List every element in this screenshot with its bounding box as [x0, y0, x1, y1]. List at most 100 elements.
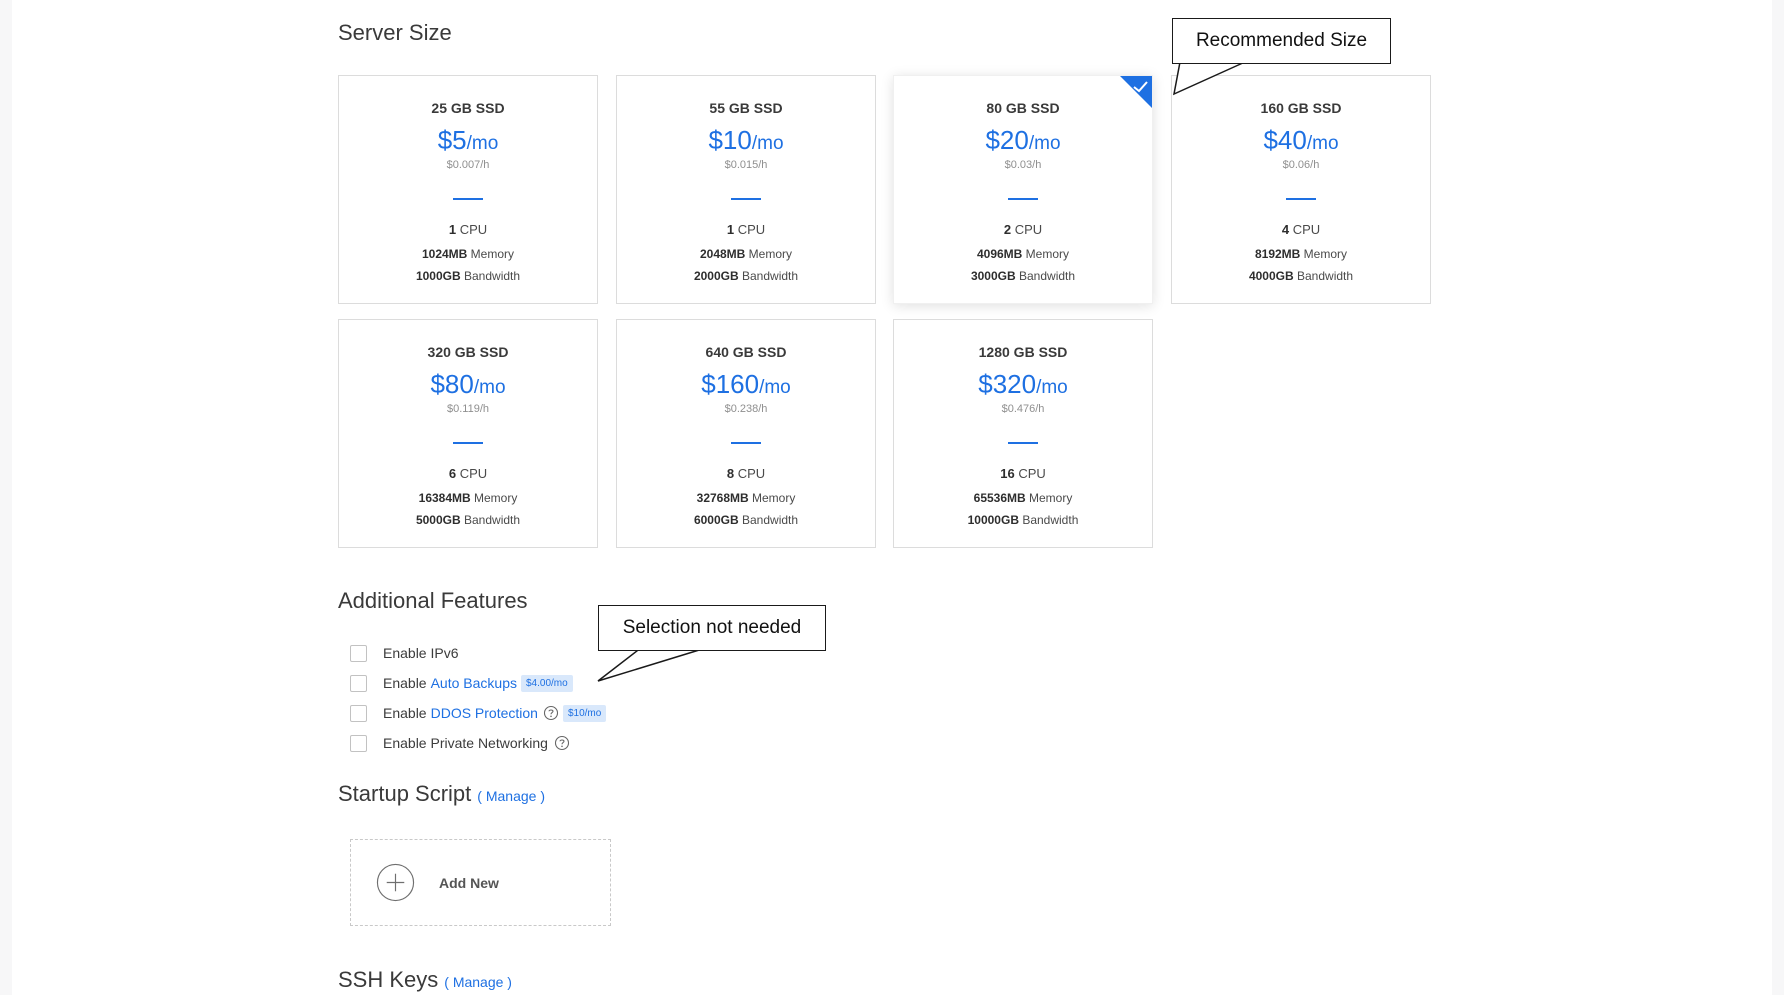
plan-bandwidth-value: 6000GB	[693, 513, 739, 527]
ssh-keys-manage-link[interactable]: ( Manage )	[444, 974, 512, 990]
ipv6-checkbox[interactable]	[350, 644, 367, 662]
plan-price-period: /mo	[473, 377, 506, 398]
plan-card-80gb[interactable]: 80 GB SSD $20/mo $0.03/h 2 CPU 4096MB Me…	[893, 75, 1153, 304]
question-circle-icon[interactable]	[543, 705, 559, 721]
plan-cpu-label: CPU	[459, 466, 488, 481]
plan-cpu-value: 2	[1003, 222, 1012, 237]
plan-price: $10/mo	[617, 125, 875, 155]
plan-divider	[731, 442, 761, 444]
plan-price-value: $160	[701, 369, 760, 399]
plan-cpu-value: 1	[448, 222, 457, 237]
plan-memory-label: Memory	[474, 491, 518, 505]
plan-storage: 25 GB SSD	[431, 100, 505, 116]
plan-bandwidth-label: Bandwidth	[742, 269, 799, 283]
plan-price: $320/mo	[894, 369, 1152, 399]
startup-script-manage-link[interactable]: ( Manage )	[477, 788, 545, 804]
plan-divider	[1008, 442, 1038, 444]
plan-bandwidth-value: 10000GB	[967, 513, 1019, 527]
plan-price-value: $80	[430, 369, 474, 399]
plus-circle-icon	[376, 863, 415, 902]
plan-memory-value: 32768MB	[696, 491, 749, 505]
plan-storage: 320 GB SSD	[427, 344, 509, 360]
plan-cpu-label: CPU	[1018, 466, 1046, 481]
feature-ipv6-label: Enable IPv6	[383, 645, 459, 661]
plan-cpu: 1 CPU	[339, 222, 597, 238]
ddos-protection-link[interactable]: DDOS Protection	[431, 705, 538, 721]
plan-cpu-value: 1	[726, 222, 735, 237]
plan-card-160gb[interactable]: 160 GB SSD $40/mo $0.06/h 4 CPU 8192MB M…	[1171, 75, 1431, 304]
plan-memory-label: Memory	[470, 247, 515, 261]
plan-hourly-rate: $0.015/h	[724, 159, 768, 171]
plan-bandwidth: 10000GB Bandwidth	[894, 513, 1152, 528]
plan-bandwidth-value: 1000GB	[415, 269, 461, 283]
plan-price-value: $20	[985, 125, 1029, 155]
auto-backups-link[interactable]: Auto Backups	[431, 675, 517, 691]
plan-memory: 8192MB Memory	[1172, 247, 1430, 262]
feature-ddos-prefix: Enable	[383, 705, 427, 721]
plan-cpu: 6 CPU	[339, 466, 597, 482]
plan-bandwidth-value: 5000GB	[415, 513, 461, 527]
plan-bandwidth-label: Bandwidth	[464, 513, 521, 527]
plan-bandwidth: 5000GB Bandwidth	[339, 513, 597, 528]
plan-memory-value: 8192MB	[1254, 247, 1301, 261]
auto-backups-checkbox[interactable]	[350, 674, 367, 692]
plan-card-320gb[interactable]: 320 GB SSD $80/mo $0.119/h 6 CPU 16384MB…	[338, 319, 598, 548]
plan-price-value: $5	[437, 125, 467, 155]
plan-bandwidth: 4000GB Bandwidth	[1172, 269, 1430, 284]
server-size-heading: Server Size	[338, 20, 452, 45]
feature-ddos: Enable DDOS Protection $10/mo	[350, 703, 607, 723]
plan-card-640gb[interactable]: 640 GB SSD $160/mo $0.238/h 8 CPU 32768M…	[616, 319, 876, 548]
plan-memory-label: Memory	[1303, 247, 1348, 261]
recommended-callout-pointer	[1172, 61, 1246, 96]
plan-cpu-label: CPU	[737, 466, 766, 481]
plan-storage: 55 GB SSD	[709, 100, 783, 116]
plan-cpu: 4 CPU	[1172, 222, 1430, 238]
private-networking-checkbox[interactable]	[350, 734, 367, 752]
content-panel: Server Size 25 GB SSD $5/mo $0.007/h 1 C…	[12, 0, 1772, 995]
plan-price-period: /mo	[1306, 133, 1339, 154]
plan-hourly-rate: $0.238/h	[724, 403, 768, 415]
ssh-keys-heading: SSH Keys ( Manage )	[338, 967, 512, 993]
selection-not-needed-callout: Selection not needed	[598, 605, 826, 651]
plan-card-1280gb[interactable]: 1280 GB SSD $320/mo $0.476/h 16 CPU 6553…	[893, 319, 1153, 548]
plan-price: $40/mo	[1172, 125, 1430, 155]
plan-cpu-value: 16	[1000, 466, 1015, 481]
plan-divider	[731, 198, 761, 200]
feature-private-networking: Enable Private Networking	[350, 733, 570, 753]
plan-divider	[1008, 198, 1038, 200]
plan-cpu-label: CPU	[737, 222, 766, 237]
plan-memory: 32768MB Memory	[617, 491, 875, 506]
feature-ipv6: Enable IPv6	[350, 643, 459, 663]
plan-cpu-value: 8	[726, 466, 735, 481]
plan-memory-value: 2048MB	[699, 247, 746, 261]
plan-bandwidth-label: Bandwidth	[1297, 269, 1354, 283]
ddos-checkbox[interactable]	[350, 704, 367, 722]
plan-hourly-rate: $0.476/h	[1001, 403, 1045, 415]
plan-memory: 16384MB Memory	[339, 491, 597, 506]
plan-cpu: 8 CPU	[617, 466, 875, 482]
plan-hourly-rate: $0.007/h	[446, 159, 490, 171]
plan-memory-value: 65536MB	[973, 491, 1026, 505]
plan-cpu-value: 6	[448, 466, 457, 481]
plan-storage: 160 GB SSD	[1260, 100, 1342, 116]
plan-card-55gb[interactable]: 55 GB SSD $10/mo $0.015/h 1 CPU 2048MB M…	[616, 75, 876, 304]
recommended-size-callout: Recommended Size	[1172, 18, 1391, 64]
plan-divider	[453, 198, 483, 200]
plan-memory: 2048MB Memory	[617, 247, 875, 262]
add-new-startup-script-button[interactable]: Add New	[350, 839, 611, 926]
startup-script-heading: Startup Script ( Manage )	[338, 781, 545, 807]
plan-cpu: 1 CPU	[617, 222, 875, 238]
plan-card-25gb[interactable]: 25 GB SSD $5/mo $0.007/h 1 CPU 1024MB Me…	[338, 75, 598, 304]
plan-memory: 1024MB Memory	[339, 247, 597, 262]
plan-bandwidth-value: 2000GB	[693, 269, 739, 283]
plan-storage: 1280 GB SSD	[978, 344, 1068, 360]
plan-hourly-rate: $0.06/h	[1282, 159, 1320, 171]
question-circle-icon[interactable]	[554, 735, 570, 751]
plan-memory: 65536MB Memory	[894, 491, 1152, 506]
plan-price-period: /mo	[1036, 377, 1068, 398]
plan-price: $160/mo	[617, 369, 875, 399]
plan-price-value: $40	[1263, 125, 1307, 155]
plan-storage: 640 GB SSD	[705, 344, 787, 360]
plan-price-period: /mo	[759, 377, 791, 398]
plan-memory-value: 16384MB	[418, 491, 471, 505]
